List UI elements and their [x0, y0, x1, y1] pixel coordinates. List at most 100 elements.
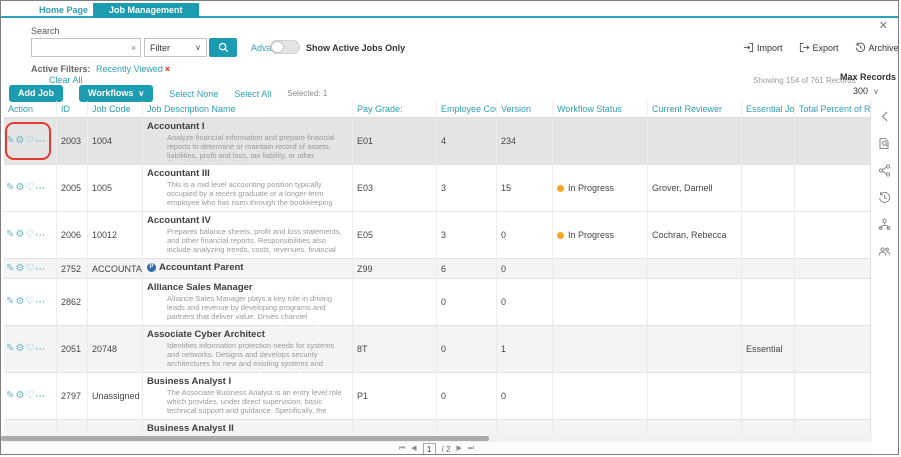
import-button[interactable]: Import [743, 42, 783, 53]
table-row[interactable]: ✎ ⚙ ♡ ··· 2003 1004 P Accountant I Analy… [4, 118, 872, 165]
job-name[interactable]: P Alliance Sales Manager [147, 282, 348, 293]
col-header-action[interactable]: Action [4, 101, 57, 117]
col-header-employee-count[interactable]: Employee Count [437, 101, 497, 117]
job-name[interactable]: P Accountant I [147, 121, 348, 132]
table-row[interactable]: ✎ ⚙ ♡ ··· 2797 Unassigned P Business Ana… [4, 373, 872, 420]
clear-search-icon[interactable]: × [131, 43, 136, 53]
settings-gear-icon[interactable]: ⚙ [15, 136, 24, 146]
edit-icon[interactable]: ✎ [6, 183, 14, 193]
favorite-heart-icon[interactable]: ♡ [25, 344, 34, 354]
cell-employee-count: 6 [437, 259, 497, 278]
show-active-jobs-toggle[interactable] [270, 40, 300, 54]
cell-employee-count: 0 [437, 420, 497, 435]
cell-current-reviewer [648, 279, 742, 325]
settings-gear-icon[interactable]: ⚙ [15, 297, 24, 307]
more-actions-icon[interactable]: ··· [35, 183, 46, 193]
tab-job-management[interactable]: Job Management [93, 3, 199, 18]
settings-gear-icon[interactable]: ⚙ [15, 391, 24, 401]
add-job-button[interactable]: Add Job [9, 85, 63, 102]
more-actions-icon[interactable]: ··· [35, 344, 46, 354]
favorite-heart-icon[interactable]: ♡ [25, 183, 34, 193]
page-number-input[interactable] [422, 443, 436, 454]
select-all-link[interactable]: Select All [234, 89, 271, 99]
cell-total-percent [795, 373, 871, 419]
table-row[interactable]: ✎ ⚙ ♡ ··· 2006 10012 P Accountant IV Pre… [4, 212, 872, 259]
job-name[interactable]: P Business Analyst II [147, 423, 348, 434]
more-actions-icon[interactable]: ··· [35, 264, 46, 274]
job-name[interactable]: P Accountant III [147, 168, 348, 179]
org-chart-icon[interactable] [878, 217, 892, 231]
remove-filter-icon[interactable]: × [165, 64, 170, 74]
more-actions-icon[interactable]: ··· [35, 230, 46, 240]
col-header-pay-grade[interactable]: Pay Grade: [353, 101, 437, 117]
last-page-icon[interactable]: ⏭ [468, 444, 474, 454]
table-row[interactable]: ✎ ⚙ ♡ ··· 2862 P Alliance Sales Manager … [4, 279, 872, 326]
col-header-workflow-status[interactable]: Workflow Status [553, 101, 648, 117]
job-name-text: Accountant III [147, 168, 210, 179]
table-row[interactable]: ✎ ⚙ ♡ ··· 2051 20748 P Associate Cyber A… [4, 326, 872, 373]
favorite-heart-icon[interactable]: ♡ [25, 136, 34, 146]
clear-all-link[interactable]: Clear All [49, 75, 83, 85]
first-page-icon[interactable]: ⏮ [399, 444, 405, 454]
col-header-job-description-name[interactable]: Job Description Name [143, 101, 353, 117]
cell-id: 2005 [57, 165, 88, 211]
export-button[interactable]: Export [799, 42, 839, 53]
favorite-heart-icon[interactable]: ♡ [25, 297, 34, 307]
settings-gear-icon[interactable]: ⚙ [15, 183, 24, 193]
filter-dropdown[interactable]: Filter ∨ [144, 38, 207, 57]
edit-icon[interactable]: ✎ [6, 263, 14, 274]
favorite-heart-icon[interactable]: ♡ [25, 230, 34, 240]
table-row[interactable]: ✎ ⚙ ♡ ··· 2752 ACCOUNTANT P Accountant P… [4, 259, 872, 279]
cell-essential: Essential [742, 326, 795, 372]
search-button[interactable] [209, 38, 237, 57]
settings-gear-icon[interactable]: ⚙ [15, 263, 24, 274]
col-header-job-code[interactable]: Job Code [88, 101, 143, 117]
workflow-status-text: In Progress [568, 230, 615, 240]
job-name[interactable]: P Associate Cyber Architect [147, 329, 348, 340]
more-actions-icon[interactable]: ··· [35, 391, 46, 401]
edit-icon[interactable]: ✎ [6, 344, 14, 354]
table-row[interactable]: ✎ ⚙ ♡ ··· 2791 Unassigned P Business Ana… [4, 420, 872, 435]
jobs-table: Action ID Job Code Job Description Name … [4, 101, 872, 435]
favorite-heart-icon[interactable]: ♡ [25, 263, 34, 274]
document-preview-icon[interactable] [878, 136, 892, 150]
more-actions-icon[interactable]: ··· [35, 297, 46, 307]
table-row[interactable]: ✎ ⚙ ♡ ··· 2005 1005 P Accountant III Thi… [4, 165, 872, 212]
cell-pay-grade: P2 [353, 420, 437, 435]
tab-home-page[interactable]: Home Page [23, 3, 104, 18]
edit-icon[interactable]: ✎ [6, 297, 14, 307]
select-none-link[interactable]: Select None [169, 89, 218, 99]
prev-page-icon[interactable]: ◀ [411, 444, 416, 454]
total-pages-label: / 2 [441, 444, 451, 454]
col-header-version[interactable]: Version [497, 101, 553, 117]
settings-gear-icon[interactable]: ⚙ [15, 344, 24, 354]
favorite-heart-icon[interactable]: ♡ [25, 391, 34, 401]
scrollbar-thumb[interactable] [1, 436, 489, 441]
job-name[interactable]: P Business Analyst I [147, 376, 348, 387]
audience-group-icon[interactable] [878, 244, 892, 258]
edit-icon[interactable]: ✎ [6, 391, 14, 401]
settings-gear-icon[interactable]: ⚙ [15, 230, 24, 240]
job-name[interactable]: P Accountant Parent [147, 262, 348, 273]
col-header-id[interactable]: ID [57, 101, 88, 117]
more-actions-icon[interactable]: ··· [35, 136, 46, 146]
close-icon[interactable]: ✕ [879, 21, 888, 32]
horizontal-scrollbar[interactable] [1, 435, 872, 442]
col-header-total-percent-remote[interactable]: Total Percent of Remote [795, 101, 871, 117]
row-actions: ✎ ⚙ ♡ ··· [4, 420, 57, 435]
collapse-panel-icon[interactable] [878, 109, 892, 123]
col-header-current-reviewer[interactable]: Current Reviewer [648, 101, 742, 117]
next-page-icon[interactable]: ▶ [456, 444, 461, 454]
max-records-dropdown[interactable]: 300 ∨ [853, 86, 879, 96]
filter-chip-recently-viewed[interactable]: Recently Viewed × [96, 64, 170, 74]
history-icon[interactable] [878, 190, 892, 204]
workflows-button[interactable]: Workflows ∨ [79, 85, 154, 102]
share-icon[interactable] [878, 163, 892, 177]
edit-icon[interactable]: ✎ [6, 136, 14, 146]
job-name[interactable]: P Accountant IV [147, 215, 348, 226]
search-input[interactable] [31, 38, 141, 57]
cell-job-description: P Accountant I Analyze financial informa… [143, 118, 353, 164]
edit-icon[interactable]: ✎ [6, 230, 14, 240]
archives-button[interactable]: Archives [855, 42, 898, 53]
col-header-essential-job[interactable]: Essential Job [742, 101, 795, 117]
